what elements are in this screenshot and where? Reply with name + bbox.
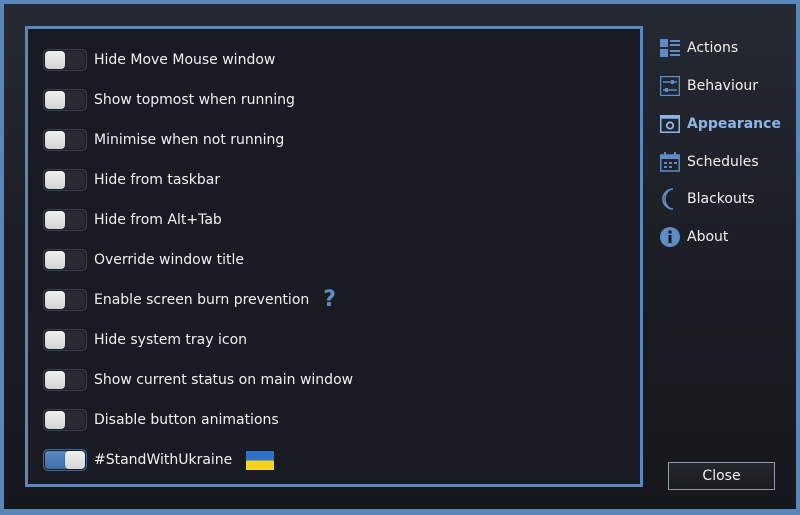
toggle-disable-button-animations[interactable] xyxy=(43,409,87,431)
nav-label: Blackouts xyxy=(687,191,755,207)
option-row: Override window title xyxy=(43,249,244,271)
option-row: Show current status on main window xyxy=(43,369,353,391)
toggle-hide-move-mouse-window[interactable] xyxy=(43,49,87,71)
option-row: #StandWithUkraine xyxy=(43,449,275,471)
option-label: Show current status on main window xyxy=(94,372,354,388)
nav-label: Appearance xyxy=(687,116,781,132)
option-row: Minimise when not running xyxy=(43,129,284,151)
toggle-knob xyxy=(45,331,65,349)
nav-item-schedules[interactable]: Schedules xyxy=(659,148,759,176)
nav-item-appearance[interactable]: Appearance xyxy=(659,110,781,138)
toggle-stand-with-ukraine[interactable] xyxy=(43,449,87,471)
option-row: Hide Move Mouse window xyxy=(43,49,275,71)
option-row: Hide from taskbar xyxy=(43,169,220,191)
toggle-override-window-title[interactable] xyxy=(43,249,87,271)
nav-label: Schedules xyxy=(687,154,759,170)
option-row: Hide from Alt+Tab xyxy=(43,209,222,231)
toggle-knob xyxy=(45,171,65,189)
nav-label: Behaviour xyxy=(687,78,759,94)
option-row: Enable screen burn prevention ? xyxy=(43,289,336,311)
ukraine-flag-icon xyxy=(246,450,275,470)
help-icon[interactable]: ? xyxy=(323,289,336,311)
toggle-knob xyxy=(45,91,65,109)
toggle-screen-burn-prevention[interactable] xyxy=(43,289,87,311)
info-icon xyxy=(659,226,681,248)
toggle-show-topmost[interactable] xyxy=(43,89,87,111)
appearance-icon xyxy=(659,113,681,135)
toggle-hide-from-alt-tab[interactable] xyxy=(43,209,87,231)
toggle-hide-system-tray-icon[interactable] xyxy=(43,329,87,351)
option-label: Enable screen burn prevention xyxy=(94,292,310,308)
calendar-icon xyxy=(659,151,681,173)
option-row: Disable button animations xyxy=(43,409,279,431)
option-label: Minimise when not running xyxy=(94,132,285,148)
toggle-knob xyxy=(45,211,65,229)
nav-item-actions[interactable]: Actions xyxy=(659,34,738,62)
nav-label: Actions xyxy=(687,40,739,56)
close-button[interactable]: Close xyxy=(668,462,775,490)
option-label: #StandWithUkraine xyxy=(94,452,233,468)
option-label: Hide Move Mouse window xyxy=(94,52,276,68)
option-label: Hide system tray icon xyxy=(94,332,248,348)
toggle-knob xyxy=(45,291,65,309)
option-row: Show topmost when running xyxy=(43,89,295,111)
toggle-show-current-status[interactable] xyxy=(43,369,87,391)
moon-icon xyxy=(659,188,681,210)
nav-item-about[interactable]: About xyxy=(659,223,728,251)
option-label: Show topmost when running xyxy=(94,92,295,108)
option-label: Disable button animations xyxy=(94,412,279,428)
actions-icon xyxy=(659,37,681,59)
nav-item-blackouts[interactable]: Blackouts xyxy=(659,185,755,213)
option-row: Hide system tray icon xyxy=(43,329,247,351)
toggle-minimise-when-not-running[interactable] xyxy=(43,129,87,151)
toggle-knob xyxy=(45,131,65,149)
toggle-knob xyxy=(65,451,85,469)
settings-window: Hide Move Mouse window Show topmost when… xyxy=(4,4,796,509)
sliders-icon xyxy=(659,75,681,97)
option-label: Hide from Alt+Tab xyxy=(94,212,222,228)
option-label: Hide from taskbar xyxy=(94,172,221,188)
toggle-hide-from-taskbar[interactable] xyxy=(43,169,87,191)
toggle-knob xyxy=(45,251,65,269)
option-label: Override window title xyxy=(94,252,244,268)
appearance-options-panel: Hide Move Mouse window Show topmost when… xyxy=(25,26,643,487)
toggle-knob xyxy=(45,51,65,69)
toggle-knob xyxy=(45,411,65,429)
nav-label: About xyxy=(687,229,729,245)
nav-item-behaviour[interactable]: Behaviour xyxy=(659,72,758,100)
toggle-knob xyxy=(45,371,65,389)
